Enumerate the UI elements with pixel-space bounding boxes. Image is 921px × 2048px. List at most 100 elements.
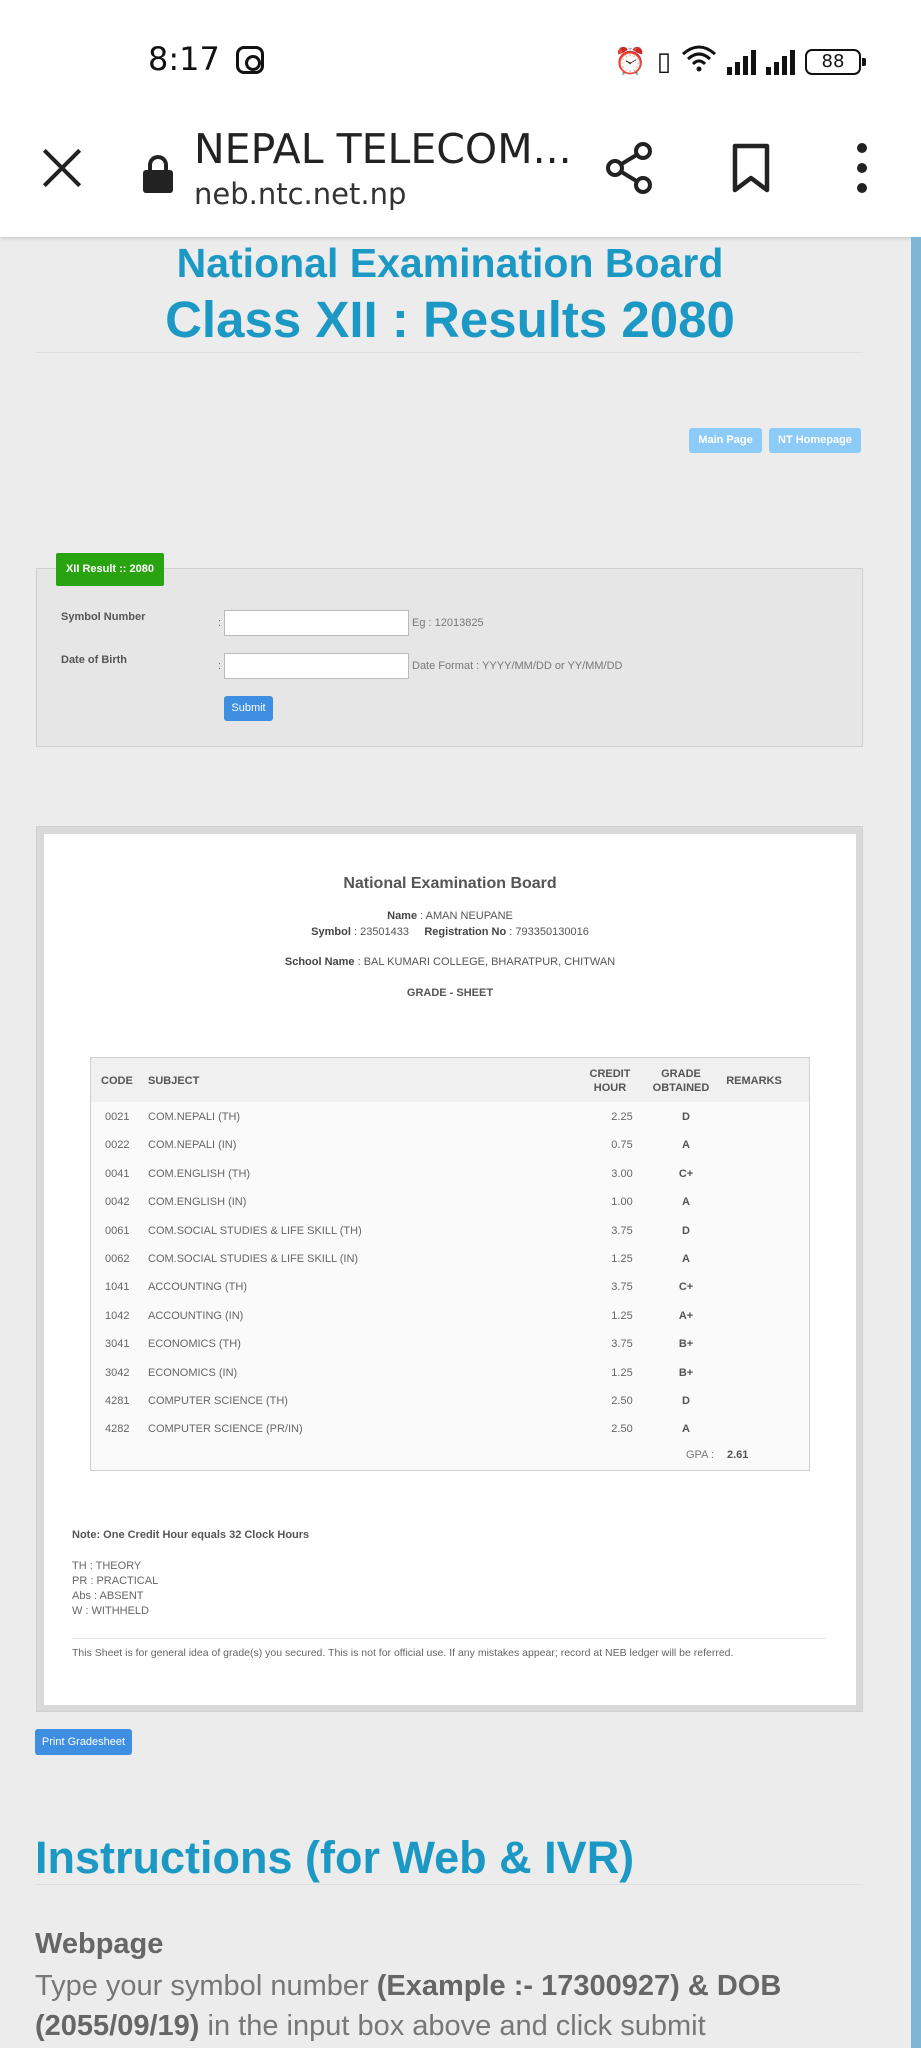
row-grade: D	[682, 1224, 690, 1237]
results-title: Class XII : Results 2080	[165, 291, 735, 348]
col-code: CODE	[101, 1075, 133, 1087]
url-text[interactable]: neb.ntc.net.np	[194, 177, 406, 211]
row-credit: 2.25	[611, 1111, 633, 1123]
table-row: 0062 COM.SOCIAL STUDIES & LIFE SKILL (IN)…	[91, 1245, 809, 1273]
table-row: 0042 COM.ENGLISH (IN) 1.00 A	[91, 1188, 809, 1216]
row-grade: A	[682, 1139, 690, 1152]
nt-homepage-button[interactable]: NT Homepage	[769, 428, 861, 453]
row-code: 4281	[105, 1395, 130, 1407]
disclaimer: This Sheet is for general idea of grade(…	[72, 1647, 734, 1659]
row-subject: COM.NEPALI (IN)	[148, 1139, 237, 1152]
grade-sheet-heading: GRADE - SHEET	[406, 987, 494, 999]
row-code: 4282	[105, 1423, 130, 1436]
row-grade: B+	[678, 1338, 694, 1351]
row-grade: A+	[678, 1309, 694, 1322]
note-title: Note: One Credit Hour equals 32 Clock Ho…	[72, 1529, 310, 1541]
row-subject: ECONOMICS (IN)	[148, 1366, 238, 1379]
print-gradesheet-button[interactable]: Print Gradesheet	[35, 1729, 132, 1755]
symbol-label: Symbol Number	[61, 611, 146, 623]
row-credit: 3.75	[611, 1338, 633, 1351]
result-tab[interactable]: XII Result :: 2080	[56, 553, 164, 586]
row-grade: C+	[678, 1167, 694, 1180]
row-subject: COM.SOCIAL STUDIES & LIFE SKILL (IN)	[148, 1253, 359, 1265]
row-subject: COM.NEPALI (TH)	[148, 1111, 241, 1123]
status-icons: ⏰ ▯ 88	[614, 44, 866, 79]
page-title[interactable]: NEPAL TELECOM...	[194, 125, 572, 173]
lock-icon[interactable]	[143, 155, 173, 193]
signal-icon	[727, 49, 756, 75]
row-credit: 3.75	[611, 1281, 633, 1294]
dob-label: Date of Birth	[61, 654, 127, 666]
row-grade: B+	[678, 1366, 694, 1379]
table-row: 0041 COM.ENGLISH (TH) 3.00 C+	[91, 1160, 809, 1188]
row-code: 1042	[105, 1309, 130, 1322]
row-grade: A	[682, 1253, 690, 1265]
row-subject: COMPUTER SCIENCE (PR/IN)	[148, 1423, 303, 1436]
row-subject: COM.SOCIAL STUDIES & LIFE SKILL (TH)	[148, 1224, 362, 1237]
row-grade: D	[682, 1111, 690, 1123]
row-subject: ACCOUNTING (TH)	[148, 1281, 247, 1294]
org-title: National Examination Board	[176, 240, 724, 286]
status-time: 8:17	[148, 40, 220, 78]
row-subject: COM.ENGLISH (TH)	[148, 1167, 251, 1180]
gpa-value: 2.61	[727, 1449, 749, 1461]
row-credit: 2.50	[611, 1395, 633, 1407]
row-code: 0021	[105, 1111, 130, 1123]
divider	[35, 352, 863, 353]
browser-toolbar: NEPAL TELECOM... neb.ntc.net.np	[0, 115, 921, 237]
col-remarks: REMARKS	[726, 1075, 782, 1087]
col-grade-obtained: GRADE OBTAINED	[652, 1068, 710, 1094]
webpage-instructions: Type your symbol number (Example :- 1730…	[35, 1970, 782, 2042]
bookmark-icon[interactable]	[730, 143, 772, 193]
row-code: 0062	[105, 1253, 130, 1265]
row-code: 0041	[105, 1167, 130, 1180]
dob-hint: Date Format : YYYY/MM/DD or YY/MM/DD	[412, 660, 623, 672]
table-row: 4281 COMPUTER SCIENCE (TH) 2.50 D	[91, 1387, 809, 1415]
table-row: 3042 ECONOMICS (IN) 1.25 B+	[91, 1359, 809, 1387]
sheet-title: National Examination Board	[343, 875, 557, 892]
more-options-icon[interactable]	[850, 143, 874, 195]
instructions-title: Instructions (for Web & IVR)	[35, 1832, 635, 1883]
legend-item: TH : THEORY	[72, 1560, 142, 1572]
row-credit: 3.75	[611, 1224, 633, 1237]
battery-icon: 88	[805, 48, 866, 75]
row-credit: 3.00	[611, 1167, 633, 1180]
row-credit: 1.00	[611, 1196, 633, 1209]
table-row: 0022 COM.NEPALI (IN) 0.75 A	[91, 1131, 809, 1159]
row-code: 0042	[105, 1196, 130, 1209]
row-credit: 1.25	[611, 1366, 633, 1379]
symbol-hint: Eg : 12013825	[412, 617, 484, 629]
symbol-input[interactable]	[224, 610, 409, 636]
colon: :	[218, 617, 222, 629]
signal-icon	[766, 49, 795, 75]
student-ids: Symbol : 23501433 Registration No : 7933…	[311, 926, 589, 938]
gpa-label: GPA :	[686, 1449, 714, 1461]
legend-item: W : WITHHELD	[72, 1605, 149, 1617]
student-name: Name : AMAN NEUPANE	[387, 910, 513, 922]
row-credit: 1.25	[611, 1309, 633, 1322]
row-code: 0061	[105, 1224, 130, 1237]
col-credit-hour: CREDIT HOUR	[589, 1068, 631, 1094]
scrollbar[interactable]	[911, 237, 921, 2048]
row-code: 1041	[105, 1281, 130, 1294]
row-grade: C+	[678, 1281, 694, 1294]
row-subject: ECONOMICS (TH)	[148, 1338, 241, 1351]
status-bar: 8:17 ⏰ ▯ 88	[0, 0, 921, 115]
close-icon[interactable]	[40, 145, 84, 189]
result-form	[36, 568, 863, 747]
submit-button[interactable]: Submit	[224, 696, 273, 721]
row-code: 3042	[105, 1366, 130, 1379]
table-row: 0021 COM.NEPALI (TH) 2.25 D	[91, 1103, 809, 1131]
row-credit: 0.75	[611, 1139, 633, 1152]
share-icon[interactable]	[603, 141, 657, 195]
school-name: School Name : BAL KUMARI COLLEGE, BHARAT…	[284, 956, 616, 968]
dob-input[interactable]	[224, 653, 409, 679]
row-grade: A	[682, 1423, 690, 1436]
divider	[35, 1884, 863, 1885]
legend-item: Abs : ABSENT	[72, 1590, 144, 1602]
main-page-button[interactable]: Main Page	[689, 428, 762, 453]
instagram-icon	[236, 46, 264, 74]
webpage-heading: Webpage	[35, 1928, 164, 1960]
row-subject: ACCOUNTING (IN)	[148, 1309, 244, 1322]
row-grade: D	[682, 1395, 690, 1407]
